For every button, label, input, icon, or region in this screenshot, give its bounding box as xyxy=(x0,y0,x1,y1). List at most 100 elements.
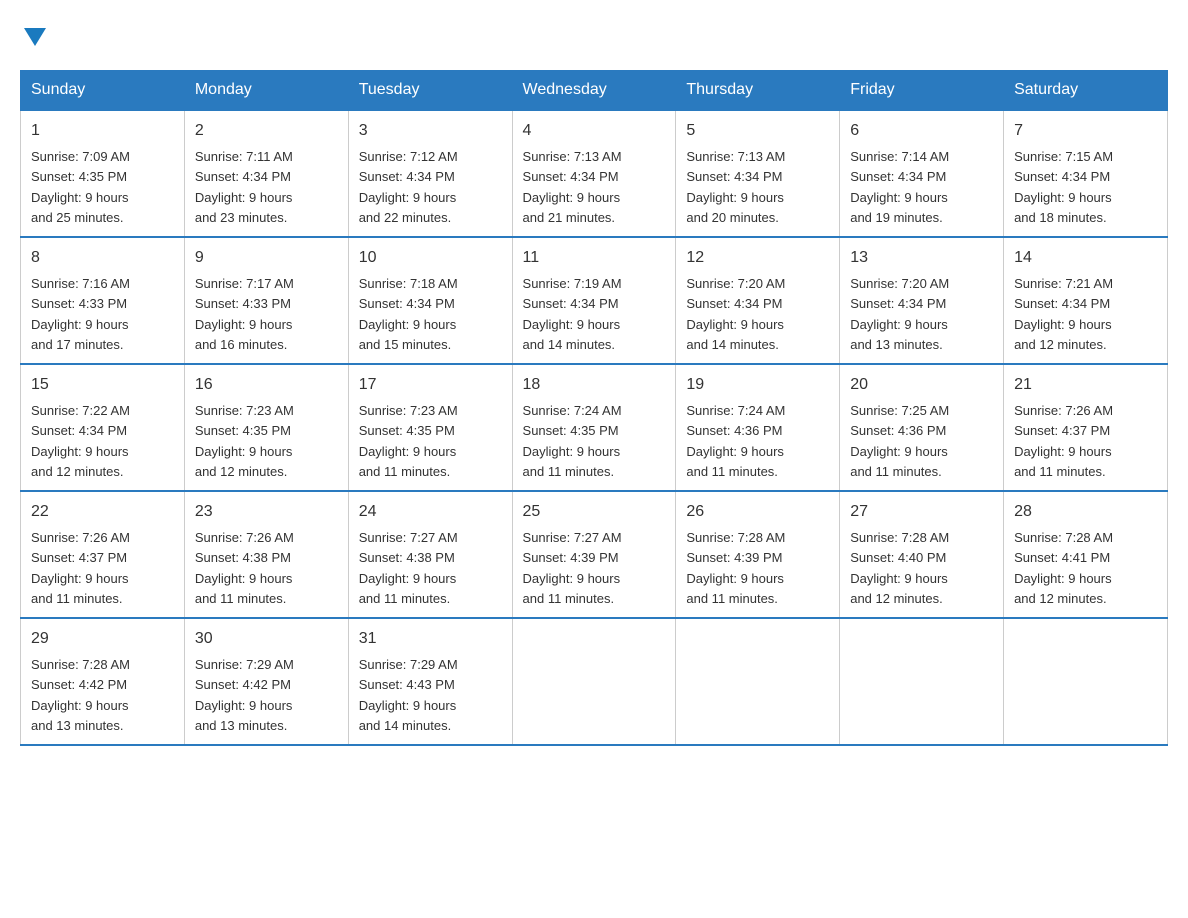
day-number: 3 xyxy=(359,119,502,143)
day-number: 30 xyxy=(195,627,338,651)
calendar-cell: 9 Sunrise: 7:17 AMSunset: 4:33 PMDaylight… xyxy=(184,237,348,364)
day-number: 13 xyxy=(850,246,993,270)
day-info: Sunrise: 7:27 AMSunset: 4:38 PMDaylight:… xyxy=(359,530,458,606)
day-info: Sunrise: 7:25 AMSunset: 4:36 PMDaylight:… xyxy=(850,403,949,479)
day-info: Sunrise: 7:20 AMSunset: 4:34 PMDaylight:… xyxy=(686,276,785,352)
day-number: 15 xyxy=(31,373,174,397)
calendar-cell: 24 Sunrise: 7:27 AMSunset: 4:38 PMDayligh… xyxy=(348,491,512,618)
day-info: Sunrise: 7:26 AMSunset: 4:37 PMDaylight:… xyxy=(1014,403,1113,479)
calendar-week-4: 22 Sunrise: 7:26 AMSunset: 4:37 PMDayligh… xyxy=(21,491,1168,618)
calendar-cell: 29Sunrise: 7:28 AMSunset: 4:42 PMDayligh… xyxy=(21,618,185,745)
day-info: Sunrise: 7:14 AMSunset: 4:34 PMDaylight:… xyxy=(850,149,949,225)
calendar-header-wednesday: Wednesday xyxy=(512,71,676,111)
calendar-cell: 17Sunrise: 7:23 AMSunset: 4:35 PMDayligh… xyxy=(348,364,512,491)
calendar-cell: 1Sunrise: 7:09 AMSunset: 4:35 PMDaylight… xyxy=(21,110,185,237)
calendar-week-3: 15 Sunrise: 7:22 AMSunset: 4:34 PMDayligh… xyxy=(21,364,1168,491)
calendar-cell: 2Sunrise: 7:11 AMSunset: 4:34 PMDaylight… xyxy=(184,110,348,237)
day-info: Sunrise: 7:13 AMSunset: 4:34 PMDaylight:… xyxy=(686,149,785,225)
calendar-cell: 14 Sunrise: 7:21 AMSunset: 4:34 PMDayligh… xyxy=(1004,237,1168,364)
day-info: Sunrise: 7:20 AMSunset: 4:34 PMDaylight:… xyxy=(850,276,949,352)
day-number: 28 xyxy=(1014,500,1157,524)
calendar-header-thursday: Thursday xyxy=(676,71,840,111)
day-info: Sunrise: 7:26 AMSunset: 4:37 PMDaylight:… xyxy=(31,530,130,606)
logo-triangle-icon xyxy=(24,20,46,54)
calendar-cell: 27 Sunrise: 7:28 AMSunset: 4:40 PMDayligh… xyxy=(840,491,1004,618)
day-info: Sunrise: 7:15 AMSunset: 4:34 PMDaylight:… xyxy=(1014,149,1113,225)
day-number: 18 xyxy=(523,373,666,397)
calendar-cell: 15 Sunrise: 7:22 AMSunset: 4:34 PMDayligh… xyxy=(21,364,185,491)
calendar-cell: 4 Sunrise: 7:13 AMSunset: 4:34 PMDaylight… xyxy=(512,110,676,237)
day-info: Sunrise: 7:12 AMSunset: 4:34 PMDaylight:… xyxy=(359,149,458,225)
calendar-week-2: 8 Sunrise: 7:16 AMSunset: 4:33 PMDaylight… xyxy=(21,237,1168,364)
day-number: 22 xyxy=(31,500,174,524)
calendar-header-monday: Monday xyxy=(184,71,348,111)
calendar-cell: 18 Sunrise: 7:24 AMSunset: 4:35 PMDayligh… xyxy=(512,364,676,491)
day-info: Sunrise: 7:22 AMSunset: 4:34 PMDaylight:… xyxy=(31,403,130,479)
day-info: Sunrise: 7:19 AMSunset: 4:34 PMDaylight:… xyxy=(523,276,622,352)
day-info: Sunrise: 7:16 AMSunset: 4:33 PMDaylight:… xyxy=(31,276,130,352)
day-info: Sunrise: 7:28 AMSunset: 4:40 PMDaylight:… xyxy=(850,530,949,606)
calendar-header-saturday: Saturday xyxy=(1004,71,1168,111)
day-number: 21 xyxy=(1014,373,1157,397)
calendar-week-5: 29Sunrise: 7:28 AMSunset: 4:42 PMDayligh… xyxy=(21,618,1168,745)
day-number: 23 xyxy=(195,500,338,524)
calendar-cell: 19Sunrise: 7:24 AMSunset: 4:36 PMDayligh… xyxy=(676,364,840,491)
day-info: Sunrise: 7:28 AMSunset: 4:41 PMDaylight:… xyxy=(1014,530,1113,606)
calendar-header-sunday: Sunday xyxy=(21,71,185,111)
calendar-cell: 25 Sunrise: 7:27 AMSunset: 4:39 PMDayligh… xyxy=(512,491,676,618)
day-number: 26 xyxy=(686,500,829,524)
logo-general xyxy=(20,20,46,56)
day-number: 9 xyxy=(195,246,338,270)
day-number: 20 xyxy=(850,373,993,397)
calendar-cell xyxy=(840,618,1004,745)
day-info: Sunrise: 7:17 AMSunset: 4:33 PMDaylight:… xyxy=(195,276,294,352)
calendar-cell: 3 Sunrise: 7:12 AMSunset: 4:34 PMDaylight… xyxy=(348,110,512,237)
day-number: 6 xyxy=(850,119,993,143)
calendar-cell: 10 Sunrise: 7:18 AMSunset: 4:34 PMDayligh… xyxy=(348,237,512,364)
day-info: Sunrise: 7:26 AMSunset: 4:38 PMDaylight:… xyxy=(195,530,294,606)
calendar-cell: 23 Sunrise: 7:26 AMSunset: 4:38 PMDayligh… xyxy=(184,491,348,618)
day-number: 4 xyxy=(523,119,666,143)
day-number: 16 xyxy=(195,373,338,397)
day-number: 14 xyxy=(1014,246,1157,270)
calendar-header-row: SundayMondayTuesdayWednesdayThursdayFrid… xyxy=(21,71,1168,111)
day-number: 7 xyxy=(1014,119,1157,143)
calendar-cell: 31 Sunrise: 7:29 AMSunset: 4:43 PMDayligh… xyxy=(348,618,512,745)
calendar-week-1: 1Sunrise: 7:09 AMSunset: 4:35 PMDaylight… xyxy=(21,110,1168,237)
day-info: Sunrise: 7:27 AMSunset: 4:39 PMDaylight:… xyxy=(523,530,622,606)
calendar-cell: 16 Sunrise: 7:23 AMSunset: 4:35 PMDayligh… xyxy=(184,364,348,491)
calendar-cell: 12 Sunrise: 7:20 AMSunset: 4:34 PMDayligh… xyxy=(676,237,840,364)
page-header xyxy=(20,20,1168,50)
day-number: 27 xyxy=(850,500,993,524)
day-info: Sunrise: 7:23 AMSunset: 4:35 PMDaylight:… xyxy=(195,403,294,479)
calendar-cell xyxy=(512,618,676,745)
day-info: Sunrise: 7:24 AMSunset: 4:35 PMDaylight:… xyxy=(523,403,622,479)
calendar-cell xyxy=(1004,618,1168,745)
calendar-cell: 22 Sunrise: 7:26 AMSunset: 4:37 PMDayligh… xyxy=(21,491,185,618)
calendar-cell: 21 Sunrise: 7:26 AMSunset: 4:37 PMDayligh… xyxy=(1004,364,1168,491)
day-info: Sunrise: 7:29 AMSunset: 4:42 PMDaylight:… xyxy=(195,657,294,733)
day-info: Sunrise: 7:29 AMSunset: 4:43 PMDaylight:… xyxy=(359,657,458,733)
day-info: Sunrise: 7:23 AMSunset: 4:35 PMDaylight:… xyxy=(359,403,458,479)
calendar-cell: 13 Sunrise: 7:20 AMSunset: 4:34 PMDayligh… xyxy=(840,237,1004,364)
day-info: Sunrise: 7:13 AMSunset: 4:34 PMDaylight:… xyxy=(523,149,622,225)
calendar-table: SundayMondayTuesdayWednesdayThursdayFrid… xyxy=(20,70,1168,746)
day-info: Sunrise: 7:24 AMSunset: 4:36 PMDaylight:… xyxy=(686,403,785,479)
day-number: 12 xyxy=(686,246,829,270)
day-info: Sunrise: 7:28 AMSunset: 4:42 PMDaylight:… xyxy=(31,657,130,733)
calendar-cell: 7 Sunrise: 7:15 AMSunset: 4:34 PMDaylight… xyxy=(1004,110,1168,237)
calendar-cell: 28 Sunrise: 7:28 AMSunset: 4:41 PMDayligh… xyxy=(1004,491,1168,618)
day-number: 25 xyxy=(523,500,666,524)
day-info: Sunrise: 7:11 AMSunset: 4:34 PMDaylight:… xyxy=(195,149,293,225)
day-number: 5 xyxy=(686,119,829,143)
day-number: 10 xyxy=(359,246,502,270)
day-number: 31 xyxy=(359,627,502,651)
logo xyxy=(20,20,46,50)
day-number: 24 xyxy=(359,500,502,524)
day-info: Sunrise: 7:28 AMSunset: 4:39 PMDaylight:… xyxy=(686,530,785,606)
day-info: Sunrise: 7:18 AMSunset: 4:34 PMDaylight:… xyxy=(359,276,458,352)
calendar-cell: 30 Sunrise: 7:29 AMSunset: 4:42 PMDayligh… xyxy=(184,618,348,745)
day-info: Sunrise: 7:21 AMSunset: 4:34 PMDaylight:… xyxy=(1014,276,1113,352)
calendar-cell: 6 Sunrise: 7:14 AMSunset: 4:34 PMDaylight… xyxy=(840,110,1004,237)
day-number: 8 xyxy=(31,246,174,270)
